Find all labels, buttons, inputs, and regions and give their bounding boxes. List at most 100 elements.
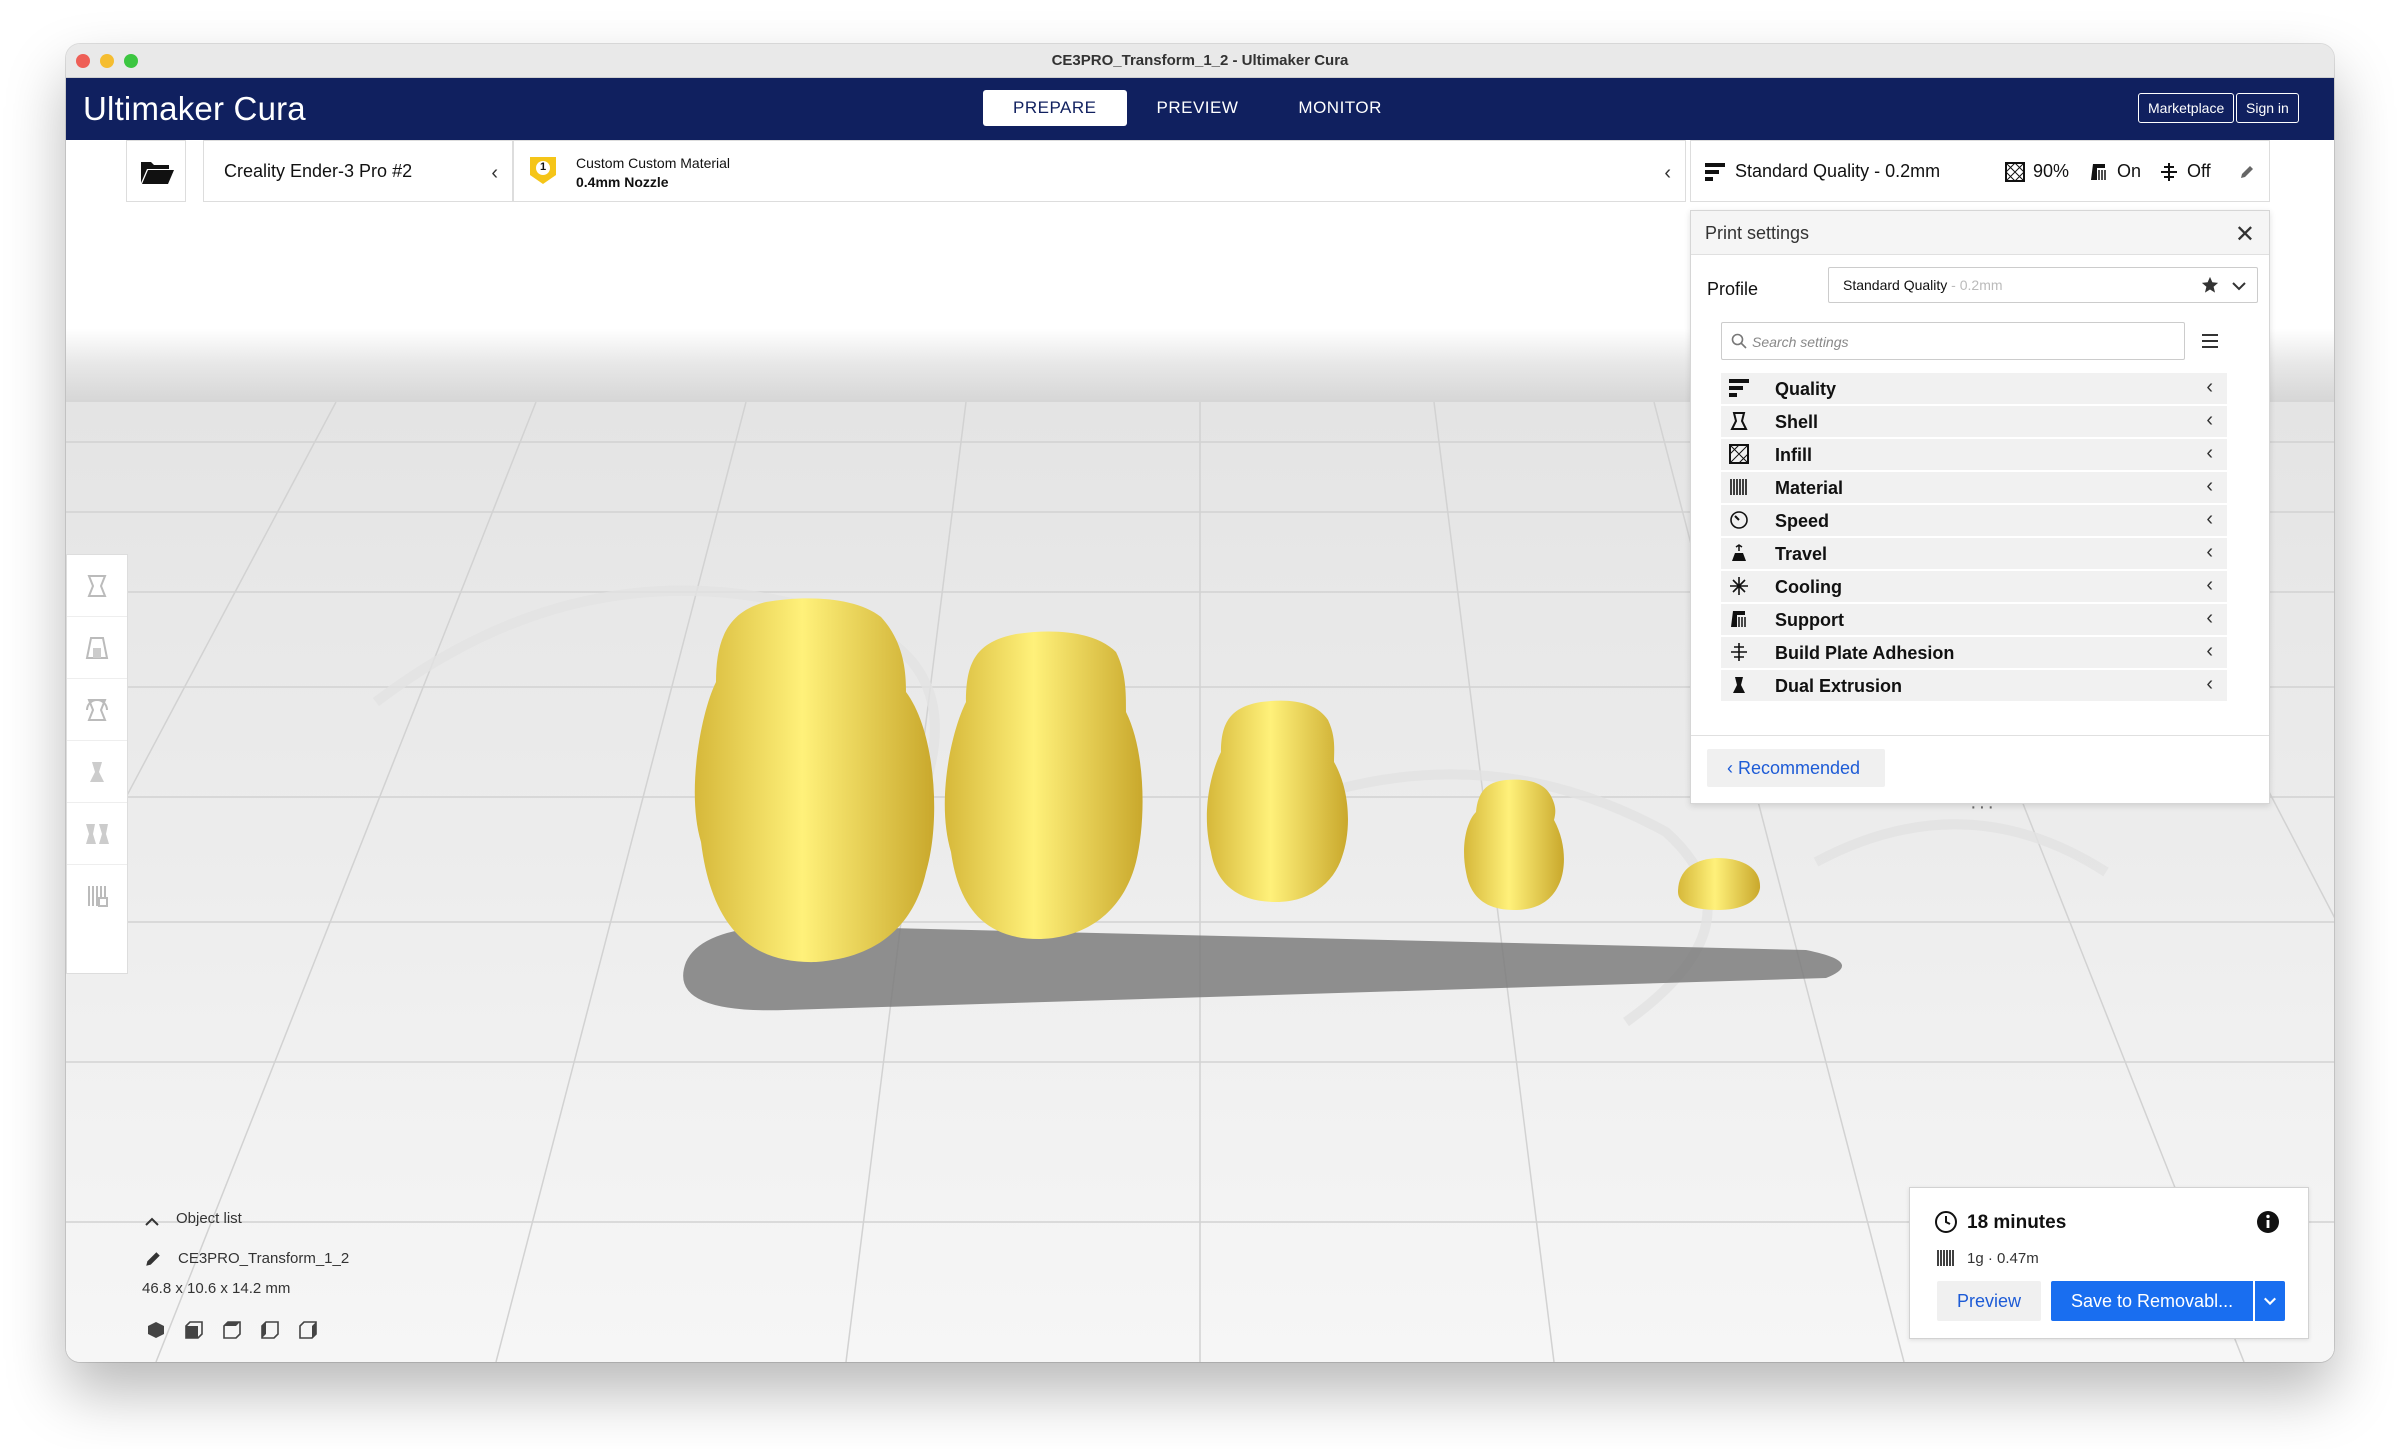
adhesion-value: Off — [2187, 161, 2211, 181]
object-name: CE3PRO_Transform_1_2 — [178, 1250, 350, 1267]
category-label: Infill — [1775, 445, 1812, 465]
profile-layer-height: - 0.2mm — [1947, 277, 2003, 293]
app-header: Ultimaker Cura PREPARE PREVIEW MONITOR M… — [66, 78, 2334, 140]
stage-tabs: PREPARE PREVIEW MONITOR — [983, 90, 1412, 126]
open-file-button[interactable] — [126, 140, 186, 202]
search-placeholder: Search settings — [1752, 334, 1849, 350]
material-name: Custom Custom Material — [576, 155, 731, 171]
search-settings-input[interactable]: Search settings — [1721, 322, 2185, 360]
chevron-up-icon[interactable] — [144, 1216, 160, 1228]
tab-monitor[interactable]: MONITOR — [1268, 90, 1411, 126]
brand-product: Cura — [233, 90, 306, 127]
extruder-number: 1 — [540, 161, 547, 173]
window-title: CE3PRO_Transform_1_2 - Ultimaker Cura — [1051, 52, 1349, 69]
support-blocker-button[interactable] — [67, 865, 127, 927]
move-icon — [87, 574, 107, 597]
star-icon[interactable] — [2201, 276, 2219, 294]
close-icon[interactable]: ✕ — [2235, 220, 2255, 249]
chevron-left-icon: ‹ — [1727, 758, 1738, 778]
category-dual-extrusion[interactable]: Dual Extrusion ‹ — [1721, 670, 2227, 701]
infill-icon — [2005, 162, 2025, 182]
material-icon — [1937, 1250, 1954, 1266]
chevron-left-icon: ‹ — [491, 162, 498, 184]
category-material[interactable]: Material ‹ — [1721, 472, 2227, 503]
printer-name: Creality Ender-3 Pro #2 — [224, 161, 413, 181]
top-view-icon[interactable] — [222, 1320, 242, 1340]
category-infill[interactable]: Infill ‹ — [1721, 439, 2227, 470]
chevron-down-icon — [2232, 282, 2246, 291]
scale-icon — [85, 636, 109, 659]
profile-label: Profile — [1707, 279, 1759, 299]
support-icon — [2091, 164, 2106, 180]
search-icon — [1731, 333, 1747, 349]
category-label: Speed — [1775, 511, 1830, 531]
move-tool-button[interactable] — [67, 555, 127, 617]
category-label: Material — [1775, 478, 1844, 498]
scale-tool-button[interactable] — [67, 617, 127, 679]
category-label: Quality — [1775, 379, 1837, 399]
object-list-header[interactable]: Object list — [176, 1210, 242, 1227]
chevron-left-icon: ‹ — [1664, 162, 1671, 184]
3d-view-icon[interactable] — [146, 1320, 166, 1340]
category-quality[interactable]: Quality ‹ — [1721, 373, 2227, 404]
save-to-removable-button[interactable]: Save to Removabl... — [2051, 1281, 2253, 1321]
print-settings-header: Print settings ✕ — [1691, 211, 2269, 255]
pencil-icon[interactable] — [144, 1250, 162, 1268]
info-icon[interactable] — [2256, 1210, 2280, 1234]
chevron-left-icon: ‹ — [2206, 673, 2213, 695]
rotate-icon — [86, 698, 108, 721]
category-build-plate-adhesion[interactable]: Build Plate Adhesion ‹ — [1721, 637, 2227, 668]
app-window: CE3PRO_Transform_1_2 - Ultimaker Cura Ul… — [66, 44, 2334, 1362]
category-speed[interactable]: Speed ‹ — [1721, 505, 2227, 536]
material-icon — [1730, 479, 1747, 495]
print-settings-selector[interactable]: Standard Quality - 0.2mm 90% On Off — [1690, 140, 2270, 202]
infill-icon — [1729, 444, 1749, 464]
category-label: Build Plate Adhesion — [1775, 643, 1955, 663]
divider — [1691, 735, 2269, 736]
rotate-tool-button[interactable] — [67, 679, 127, 741]
save-options-dropdown[interactable] — [2255, 1281, 2285, 1321]
category-label: Support — [1775, 610, 1844, 630]
chevron-left-icon: ‹ — [2206, 607, 2213, 629]
preview-button[interactable]: Preview — [1937, 1281, 2041, 1321]
object-dimensions: 46.8 x 10.6 x 14.2 mm — [142, 1280, 291, 1297]
right-view-icon[interactable] — [298, 1320, 318, 1340]
print-settings-panel: Print settings ✕ Profile Standard Qualit… — [1690, 210, 2270, 804]
transform-toolbar — [66, 554, 128, 974]
chevron-left-icon: ‹ — [2206, 541, 2213, 563]
category-label: Shell — [1775, 412, 1819, 432]
adhesion-icon — [1731, 643, 1747, 661]
material-selector[interactable]: 1 Custom Custom Material 0.4mm Nozzle ‹ — [513, 140, 1686, 202]
printer-selector[interactable]: Creality Ender-3 Pro #2 ‹ — [203, 140, 513, 202]
marketplace-button[interactable]: Marketplace — [2138, 93, 2235, 123]
infill-value: 90% — [2033, 161, 2070, 181]
category-shell[interactable]: Shell ‹ — [1721, 406, 2227, 437]
quality-label: Standard Quality - 0.2mm — [1735, 161, 1941, 181]
menu-icon[interactable] — [2201, 333, 2219, 349]
chevron-down-icon — [2264, 1297, 2276, 1306]
front-view-icon[interactable] — [184, 1320, 204, 1340]
profile-value: Standard Quality - 0.2mm — [1843, 277, 2003, 293]
clock-icon — [1935, 1211, 1957, 1233]
tab-prepare[interactable]: PREPARE — [983, 90, 1127, 126]
chevron-left-icon: ‹ — [2206, 574, 2213, 596]
recommended-button[interactable]: ‹ Recommended — [1707, 749, 1885, 787]
profile-dropdown[interactable]: Standard Quality - 0.2mm — [1828, 267, 2258, 303]
cooling-icon — [1730, 577, 1748, 595]
panel-resize-handle[interactable]: ··· — [1970, 796, 1996, 819]
category-support[interactable]: Support ‹ — [1721, 604, 2227, 635]
mirror-tool-button[interactable] — [67, 741, 127, 803]
support-blocker-icon — [88, 886, 108, 907]
chevron-left-icon: ‹ — [2206, 508, 2213, 530]
category-travel[interactable]: Travel ‹ — [1721, 538, 2227, 569]
sign-in-button[interactable]: Sign in — [2236, 93, 2299, 123]
chevron-left-icon: ‹ — [2206, 409, 2213, 431]
tab-preview[interactable]: PREVIEW — [1127, 90, 1269, 126]
mirror-icon — [90, 761, 104, 782]
profile-name: Standard Quality — [1843, 277, 1948, 293]
category-cooling[interactable]: Cooling ‹ — [1721, 571, 2227, 602]
per-model-settings-button[interactable] — [67, 803, 127, 865]
brand-name: Ultimaker — [83, 90, 225, 127]
left-view-icon[interactable] — [260, 1320, 280, 1340]
chevron-left-icon: ‹ — [2206, 376, 2213, 398]
